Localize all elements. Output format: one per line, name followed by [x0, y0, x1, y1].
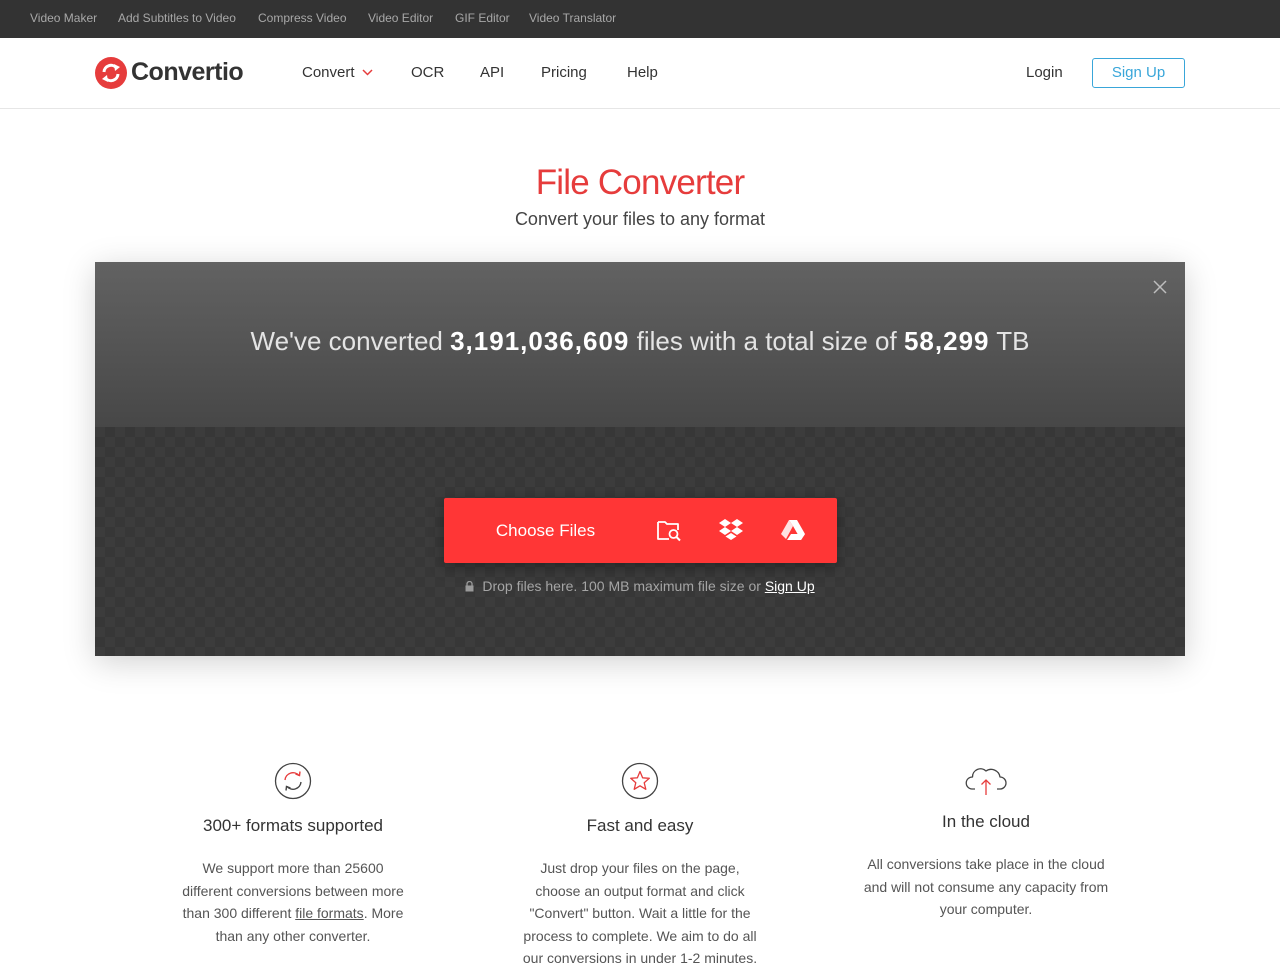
- drop-note-text: Drop files here. 100 MB maximum file siz…: [482, 578, 761, 594]
- nav-ocr[interactable]: OCR: [411, 64, 444, 81]
- feature-description: All conversions take place in the cloud …: [863, 856, 1109, 918]
- total-size: 58,299: [903, 326, 990, 356]
- folder-search-icon[interactable]: [656, 518, 682, 542]
- feature-fast: Fast and easy Just drop your files on th…: [490, 762, 790, 970]
- feature-title: In the cloud: [942, 812, 1030, 831]
- main-header: Convertio Convert OCR API Pricing Help L…: [0, 38, 1280, 109]
- top-link-video-maker[interactable]: Video Maker: [30, 11, 97, 25]
- files-count: 3,191,036,609: [450, 326, 630, 356]
- convertio-logo-icon: [95, 57, 127, 89]
- top-link-gif-editor[interactable]: GIF Editor: [455, 11, 510, 25]
- chevron-down-icon[interactable]: [362, 69, 373, 76]
- nav-help[interactable]: Help: [627, 64, 658, 81]
- feature-formats: 300+ formats supported We support more t…: [143, 762, 443, 947]
- google-drive-icon[interactable]: [780, 518, 806, 542]
- dropbox-icon[interactable]: [718, 518, 744, 542]
- signup-button[interactable]: Sign Up: [1092, 58, 1185, 88]
- refresh-circle-icon: [274, 762, 312, 800]
- converter-panel: We've converted 3,191,036,609 files with…: [95, 262, 1185, 656]
- cloud-upload-icon: [965, 768, 1007, 795]
- top-link-bar: Video Maker Add Subtitles to Video Compr…: [0, 0, 1280, 38]
- feature-cloud: In the cloud All conversions take place …: [836, 762, 1136, 921]
- star-circle-icon: [621, 762, 659, 800]
- feature-description: We support more than 25600 different con…: [176, 857, 411, 947]
- conversion-stats: We've converted 3,191,036,609 files with…: [95, 326, 1185, 357]
- choose-files-button[interactable]: Choose Files: [444, 498, 647, 563]
- nav-convert[interactable]: Convert: [302, 64, 355, 81]
- stats-prefix: We've converted: [250, 326, 443, 356]
- choose-files-button-group: Choose Files: [444, 498, 837, 563]
- file-formats-link[interactable]: file formats: [295, 905, 363, 921]
- nav-api[interactable]: API: [480, 64, 504, 81]
- feature-title: 300+ formats supported: [202, 816, 384, 835]
- lock-icon: [465, 581, 474, 592]
- page-subtitle: Convert your files to any format: [514, 209, 766, 229]
- top-link-video-editor[interactable]: Video Editor: [368, 11, 433, 25]
- drop-note: Drop files here. 100 MB maximum file siz…: [95, 578, 1185, 594]
- stats-banner: We've converted 3,191,036,609 files with…: [95, 262, 1185, 427]
- top-link-video-translator[interactable]: Video Translator: [529, 11, 616, 25]
- nav-pricing[interactable]: Pricing: [541, 64, 587, 81]
- login-link[interactable]: Login: [1026, 64, 1063, 81]
- close-icon[interactable]: [1152, 279, 1168, 295]
- page-title: File Converter: [535, 163, 745, 202]
- stats-middle: files with a total size of: [636, 326, 897, 356]
- top-link-compress-video[interactable]: Compress Video: [258, 11, 347, 25]
- drop-signup-link[interactable]: Sign Up: [765, 578, 815, 594]
- size-unit: TB: [996, 326, 1030, 356]
- logo-text: Convertio: [131, 58, 244, 86]
- top-link-add-subtitles[interactable]: Add Subtitles to Video: [118, 11, 236, 25]
- feature-title: Fast and easy: [586, 816, 694, 835]
- feature-description: Just drop your files on the page, choose…: [522, 860, 758, 967]
